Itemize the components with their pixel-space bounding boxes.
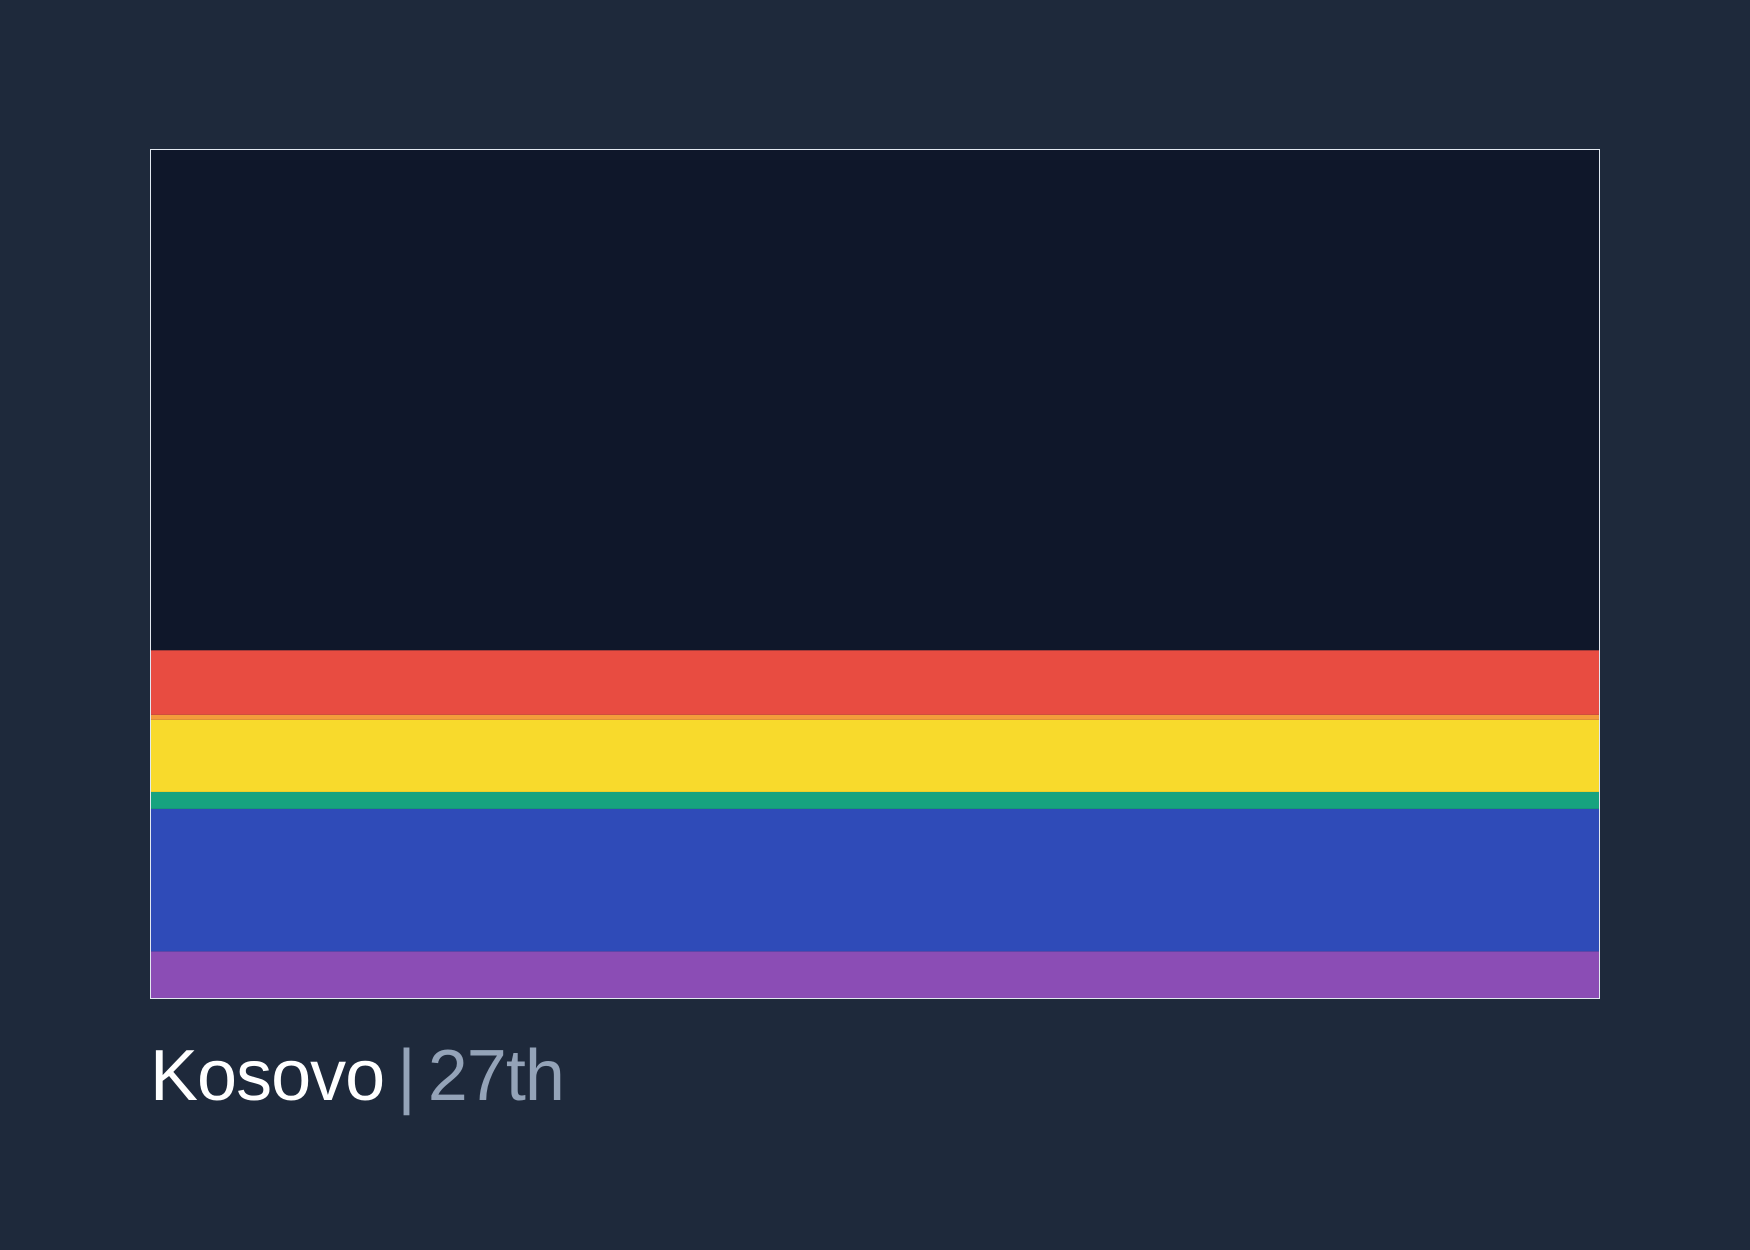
bar-segment-1 (151, 951, 1599, 998)
chart-caption: Kosovo | 27th (150, 1034, 565, 1118)
bar-segment-6 (151, 650, 1599, 715)
rank-label: 27th (427, 1036, 565, 1116)
bar-segment-5 (151, 714, 1599, 720)
bar-segment-2 (151, 808, 1599, 952)
caption-separator: | (397, 1036, 416, 1116)
stacked-bar-chart (150, 149, 1600, 999)
page: Kosovo | 27th (0, 0, 1750, 1250)
chart-canvas (151, 650, 1599, 998)
bar-segment-3 (151, 791, 1599, 809)
country-name: Kosovo (150, 1036, 385, 1116)
bar-segment-4 (151, 719, 1599, 792)
